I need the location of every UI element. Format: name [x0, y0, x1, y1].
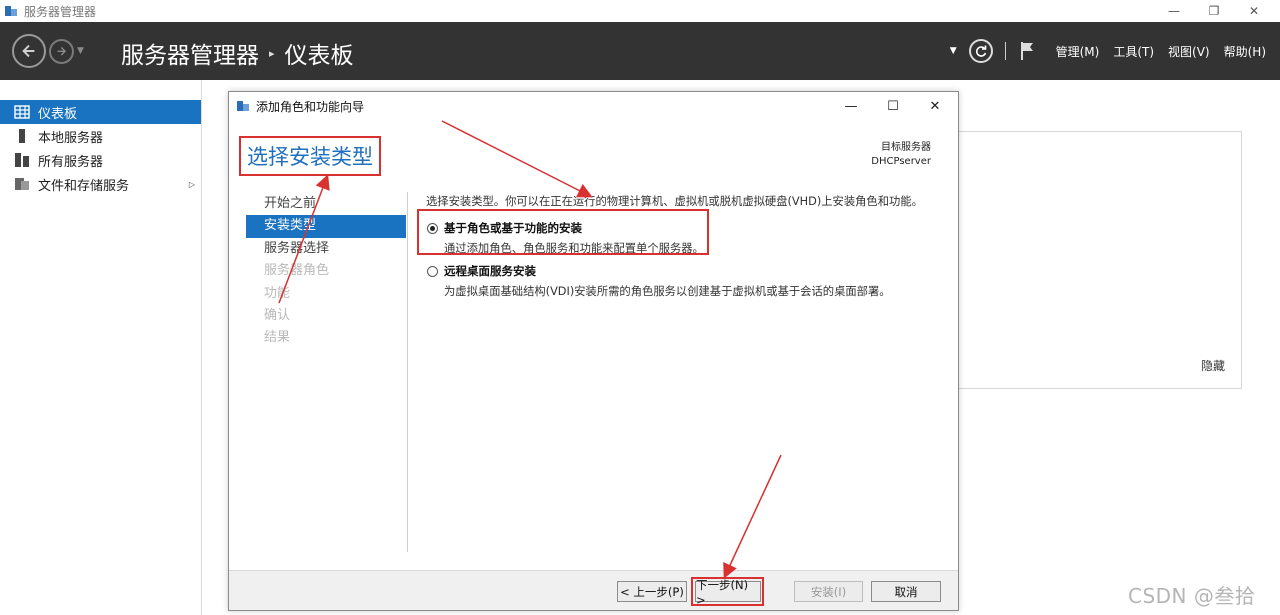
watermark-text: CSDN @叁拾	[1128, 584, 1256, 608]
menu-help[interactable]: 帮助(H)	[1224, 43, 1266, 60]
menu-tools[interactable]: 工具(T)	[1113, 43, 1154, 60]
servers-icon	[15, 153, 29, 167]
server-manager-icon	[5, 6, 17, 16]
sidebar-item-label: 仪表板	[38, 106, 78, 122]
dashboard-icon	[14, 105, 30, 119]
sidebar-item-label: 本地服务器	[38, 130, 104, 146]
dialog-close-button[interactable]: ✕	[920, 96, 950, 116]
window-title: 服务器管理器	[24, 4, 97, 19]
option-description: 通过添加角色、角色服务和功能来配置单个服务器。	[444, 242, 704, 255]
option-title: 远程桌面服务安装	[444, 264, 536, 278]
welcome-panel	[958, 131, 1242, 389]
dialog-titlebar: 添加角色和功能向导 — ☐ ✕	[229, 92, 958, 120]
breadcrumb-separator: ▸	[269, 46, 275, 60]
breadcrumb-page: 仪表板	[284, 43, 354, 69]
sidebar: 仪表板 本地服务器 所有服务器 文件和存储服务 ▷	[0, 80, 202, 615]
remote-desktop-radio[interactable]	[427, 265, 438, 277]
forward-button[interactable]	[49, 39, 74, 64]
instruction-text: 选择安装类型。你可以在正在运行的物理计算机、虚拟机或脱机虚拟硬盘(VHD)上安装…	[426, 195, 923, 208]
install-button: 安装(I)	[794, 581, 863, 602]
header-actions: ▼ 管理(M) 工具(T) 视图(V) 帮助(H)	[950, 22, 1280, 80]
dialog-footer: < 上一步(P) 下一步(N) > 安装(I) 取消	[229, 570, 958, 610]
step-server-roles: 服务器角色	[264, 263, 330, 279]
next-button[interactable]: 下一步(N) >	[695, 578, 761, 607]
target-server-label: 目标服务器	[881, 142, 931, 153]
refresh-button[interactable]	[968, 39, 993, 63]
menu-view[interactable]: 视图(V)	[1168, 43, 1210, 60]
option-remote-desktop[interactable]: 远程桌面服务安装 为虚拟桌面基础结构(VDI)安装所需的角色服务以创建基于虚拟机…	[427, 263, 891, 299]
breadcrumb-root[interactable]: 服务器管理器	[121, 36, 259, 70]
sidebar-item-all-servers[interactable]: 所有服务器	[0, 148, 201, 172]
arrow-right-icon	[57, 47, 67, 56]
step-before-you-begin[interactable]: 开始之前	[246, 193, 406, 215]
dialog-title: 添加角色和功能向导	[256, 99, 365, 114]
header-bar: ▼ 服务器管理器 ▸ 仪表板 ▼ 管理(M) 工具(T) 视图(V) 帮助(H)	[0, 22, 1280, 80]
restore-button[interactable]: ❐	[1194, 0, 1234, 22]
arrow-left-icon	[22, 44, 35, 58]
window-titlebar: 服务器管理器 — ❐ ✕	[0, 0, 1280, 22]
target-server-name: DHCPserver	[871, 156, 931, 167]
step-installation-type[interactable]: 安装类型	[246, 215, 406, 238]
breadcrumb: 服务器管理器 ▸ 仪表板	[121, 36, 354, 70]
role-based-radio[interactable]	[427, 222, 438, 234]
menu-manage[interactable]: 管理(M)	[1056, 43, 1100, 60]
target-server-info: 目标服务器 DHCPserver	[871, 141, 931, 169]
sidebar-item-label: 所有服务器	[38, 154, 104, 170]
sidebar-item-label: 文件和存储服务	[38, 178, 130, 194]
dialog-minimize-button[interactable]: —	[836, 96, 866, 116]
steps-divider	[407, 192, 408, 552]
wizard-steps: 开始之前 安装类型 服务器选择 服务器角色 功能 确认 结果	[246, 193, 406, 350]
dialog-maximize-button[interactable]: ☐	[878, 96, 908, 116]
option-title: 基于角色或基于功能的安装	[444, 221, 582, 235]
sidebar-item-dashboard[interactable]: 仪表板	[0, 100, 201, 124]
refresh-icon	[975, 45, 986, 57]
flag-icon[interactable]	[1020, 41, 1036, 61]
step-server-selection[interactable]: 服务器选择	[246, 238, 406, 260]
history-dropdown-icon[interactable]: ▼	[77, 46, 84, 56]
wizard-icon	[237, 101, 249, 111]
previous-button[interactable]: < 上一步(P)	[617, 581, 687, 602]
hide-link[interactable]: 隐藏	[1201, 357, 1225, 374]
option-role-based[interactable]: 基于角色或基于功能的安装 通过添加角色、角色服务和功能来配置单个服务器。	[427, 220, 704, 256]
step-features: 功能	[264, 285, 291, 301]
minimize-button[interactable]: —	[1154, 0, 1194, 22]
storage-icon	[15, 178, 29, 190]
page-title: 选择安装类型	[239, 136, 381, 176]
close-button[interactable]: ✕	[1234, 0, 1274, 22]
notifications-dropdown-icon[interactable]: ▼	[950, 46, 957, 56]
step-results: 结果	[264, 330, 291, 346]
expand-icon[interactable]: ▷	[189, 180, 195, 189]
step-confirmation: 确认	[264, 307, 291, 323]
server-icon	[19, 129, 25, 143]
back-button[interactable]	[12, 34, 46, 68]
sidebar-item-local-server[interactable]: 本地服务器	[0, 124, 201, 148]
add-roles-wizard-dialog: 添加角色和功能向导 — ☐ ✕ 选择安装类型 目标服务器 DHCPserver …	[228, 91, 959, 611]
sidebar-item-file-storage[interactable]: 文件和存储服务 ▷	[0, 172, 201, 196]
cancel-button[interactable]: 取消	[871, 581, 941, 602]
option-description: 为虚拟桌面基础结构(VDI)安装所需的角色服务以创建基于虚拟机或基于会话的桌面部…	[444, 285, 891, 298]
header-divider	[1004, 42, 1006, 60]
